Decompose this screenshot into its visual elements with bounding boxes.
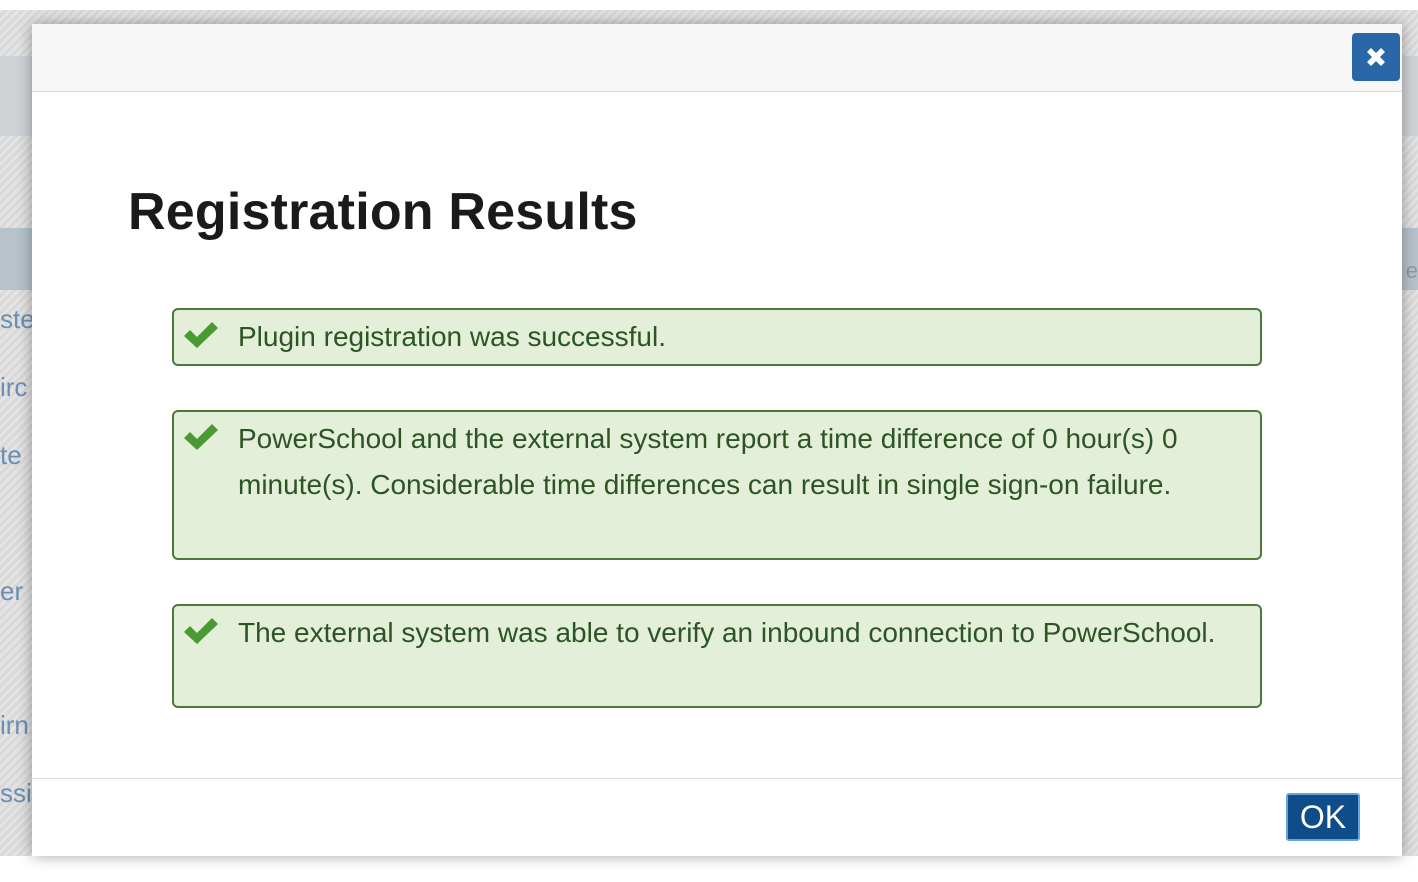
dialog-title: Registration Results — [128, 183, 638, 241]
success-alert: Plugin registration was successful. — [172, 308, 1262, 366]
close-button[interactable] — [1352, 33, 1400, 81]
background-text-fragment: e — [1405, 258, 1418, 283]
dialog-footer: OK — [32, 778, 1402, 856]
registration-results-dialog: Registration Results Plugin registration… — [32, 24, 1402, 856]
background-text-fragment: er — [0, 576, 24, 606]
alert-message: The external system was able to verify a… — [238, 617, 1216, 648]
success-alert: The external system was able to verify a… — [172, 604, 1262, 708]
background-text-fragment: irc — [0, 372, 28, 402]
dialog-header — [32, 24, 1402, 92]
background-text-fragment: irn — [0, 710, 29, 740]
checkmark-icon — [184, 424, 218, 450]
background-text-fragment: ssi — [0, 778, 32, 808]
alert-message: Plugin registration was successful. — [238, 321, 666, 352]
success-alert: PowerSchool and the external system repo… — [172, 410, 1262, 560]
checkmark-icon — [184, 322, 218, 348]
checkmark-icon — [184, 618, 218, 644]
alert-message: PowerSchool and the external system repo… — [238, 423, 1178, 500]
background-text-fragment: te — [0, 440, 22, 470]
ok-button[interactable]: OK — [1286, 793, 1360, 841]
background-text-fragment: ste — [0, 304, 35, 334]
close-icon — [1367, 48, 1385, 66]
